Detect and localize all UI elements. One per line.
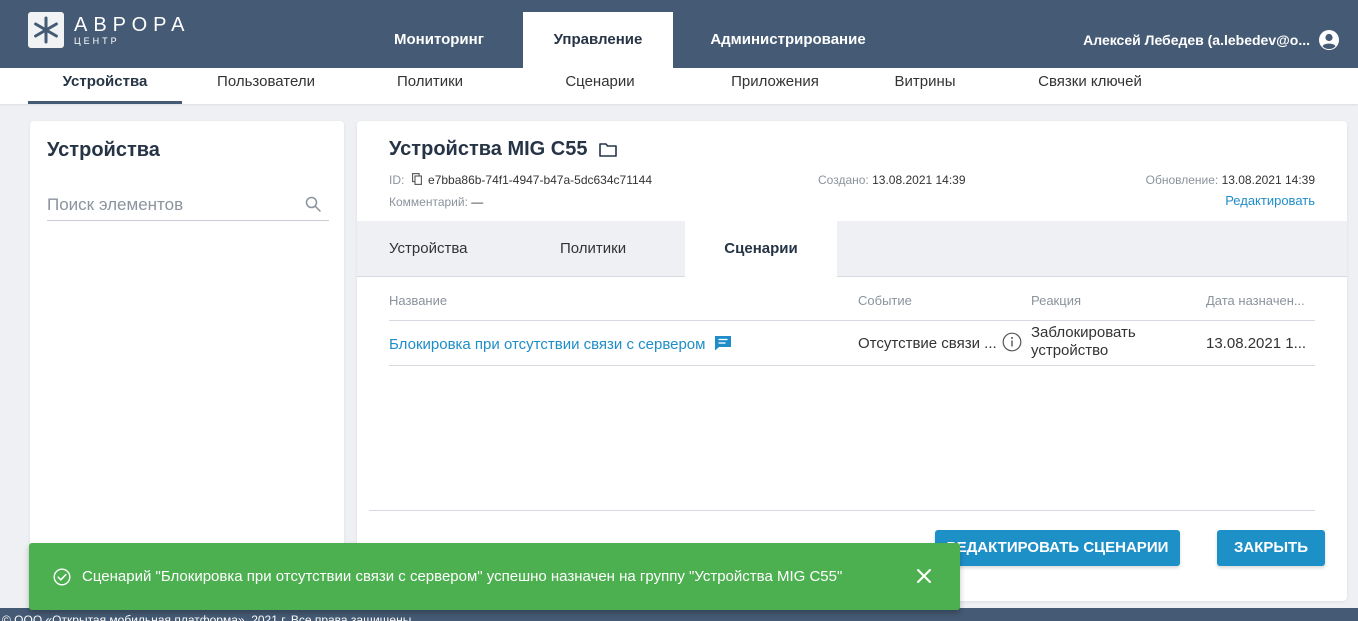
group-id: ID: e7bba86b-74f1-4947-b47a-5dc634c71144 [389,173,652,187]
success-toast: Сценарий "Блокировка при отсутствии связ… [29,543,960,610]
copy-icon[interactable] [411,173,422,185]
scenario-reaction: Заблокировать устройство [1031,324,1136,359]
sidebar-search [47,191,329,221]
comment-icon[interactable] [714,335,732,351]
scenario-date: 13.08.2021 1... [1206,335,1307,352]
folder-icon [599,142,618,157]
updated-label: Обновление: [1145,173,1219,187]
subnav-keychains[interactable]: Связки ключей [1020,68,1160,104]
group-tabs: Устройства Политики Сценарии [357,221,1347,277]
toast-message: Сценарий "Блокировка при отсутствии связ… [82,568,843,585]
logo-subtitle: ЦЕНТР [74,35,120,46]
group-details-panel: Устройства MIG C55 ID: e7bba86b-74f1-494… [357,121,1347,601]
user-circle-icon [1319,30,1339,50]
aurora-logo[interactable]: АВРОРА ЦЕНТР [28,12,190,48]
group-updated: Обновление: 13.08.2021 14:39 [1146,173,1315,187]
devices-sidebar: Устройства [30,121,344,601]
close-button[interactable]: ЗАКРЫТЬ [1217,530,1325,566]
subnav-policies[interactable]: Политики [370,68,490,104]
user-menu[interactable]: Алексей Лебедев (a.lebedev@o... [1083,12,1340,68]
group-title-wrap: Устройства MIG C55 [389,138,618,161]
group-created: Создано: 13.08.2021 14:39 [818,173,966,187]
top-navigation-bar: АВРОРА ЦЕНТР Мониторинг Управление Админ… [0,0,1358,68]
subnav-applications[interactable]: Приложения [700,68,850,104]
tab-devices[interactable]: Устройства [389,221,509,277]
edit-scenarios-button[interactable]: РЕДАКТИРОВАТЬ СЦЕНАРИИ [935,530,1180,566]
subnav-devices[interactable]: Устройства [28,68,182,104]
logo-title: АВРОРА [74,13,191,36]
subnav-users[interactable]: Пользователи [196,68,336,104]
column-header-reaction[interactable]: Реакция [1031,293,1081,308]
nav-tab-administration[interactable]: Администрирование [688,12,888,68]
created-value: 13.08.2021 14:39 [872,173,966,187]
close-icon[interactable] [916,568,932,584]
panel-footer-divider [369,510,1315,511]
tab-policies[interactable]: Политики [560,221,680,277]
info-icon[interactable] [1002,332,1022,352]
tab-scenarios[interactable]: Сценарии [685,221,837,277]
edit-group-link[interactable]: Редактировать [1225,193,1315,208]
sub-navigation: Устройства Пользователи Политики Сценари… [0,68,1358,104]
id-label: ID: [389,173,405,187]
comment-value: — [471,195,484,209]
table-header-divider [389,320,1315,321]
group-comment: Комментарий: — [389,195,483,209]
check-circle-icon [53,568,71,586]
sidebar-title: Устройства [47,139,160,161]
table-row-divider [389,365,1315,366]
user-name: Алексей Лебедев (a.lebedev@o... [1083,32,1310,48]
search-input[interactable] [47,191,287,219]
comment-label: Комментарий: [389,195,468,209]
search-icon[interactable] [305,196,321,212]
updated-value: 13.08.2021 14:39 [1221,173,1315,187]
table-row: Блокировка при отсутствии связи с сервер… [389,335,732,353]
nav-tab-monitoring[interactable]: Мониторинг [360,12,518,68]
column-header-date[interactable]: Дата назначен... [1206,293,1305,308]
group-title: Устройства MIG C55 [389,138,588,160]
column-header-event[interactable]: Событие [858,293,912,308]
nav-tab-management[interactable]: Управление [523,12,673,68]
scenario-event: Отсутствие связи ... [858,335,997,352]
subnav-showcases[interactable]: Витрины [860,68,990,104]
column-header-name[interactable]: Название [389,293,447,308]
created-label: Создано: [818,173,869,187]
id-value: e7bba86b-74f1-4947-b47a-5dc634c71144 [428,173,652,187]
scenario-name-link[interactable]: Блокировка при отсутствии связи с сервер… [389,336,705,353]
aurora-logo-icon [28,12,64,48]
subnav-scenarios[interactable]: Сценарии [540,68,660,104]
